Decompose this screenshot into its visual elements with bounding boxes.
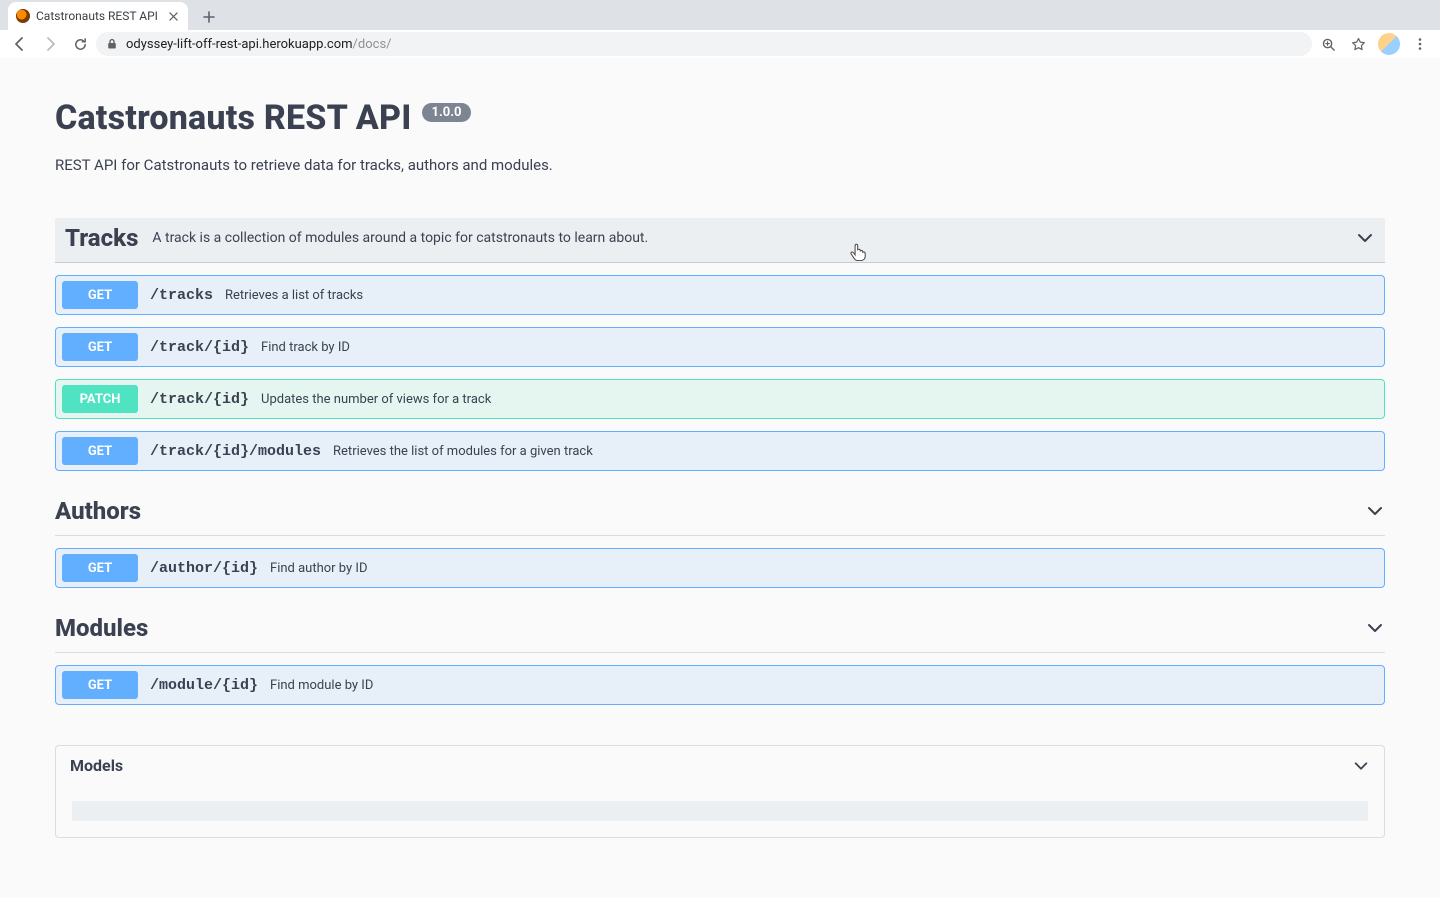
section-tracks: Tracks A track is a collection of modules… <box>55 218 1385 471</box>
endpoint-path: /track/{id} <box>150 339 249 356</box>
endpoint-summary: Find track by ID <box>261 340 350 355</box>
operations-list: GET/tracksRetrieves a list of tracksGET/… <box>55 275 1385 471</box>
bookmark-icon[interactable] <box>1344 30 1372 58</box>
models-panel: Models <box>55 745 1385 838</box>
section-modules: Modules GET/module/{id} Find module by ID <box>55 608 1385 705</box>
reload-button[interactable] <box>66 30 94 58</box>
endpoint-path: /tracks <box>150 287 213 304</box>
kebab-menu-icon[interactable] <box>1406 30 1434 58</box>
endpoint-summary: Find module by ID <box>270 678 373 693</box>
endpoint-path: /author/{id} <box>150 560 258 577</box>
tab-title: Catstronauts REST API <box>36 9 160 23</box>
url-text: odyssey-lift-off-rest-api.herokuapp.com/… <box>126 37 392 52</box>
section-name: Tracks <box>65 224 138 252</box>
address-bar[interactable]: odyssey-lift-off-rest-api.herokuapp.com/… <box>96 32 1312 56</box>
section-authors: Authors GET/author/{id} Find author by ID <box>55 491 1385 588</box>
back-button[interactable] <box>6 30 34 58</box>
browser-toolbar: odyssey-lift-off-rest-api.herokuapp.com/… <box>0 30 1440 58</box>
new-tab-button[interactable] <box>196 4 222 30</box>
endpoint-path: /track/{id} <box>150 391 249 408</box>
section-name: Modules <box>55 614 148 642</box>
forward-button[interactable] <box>36 30 64 58</box>
endpoint-summary: Retrieves a list of tracks <box>225 288 363 303</box>
section-header[interactable]: Modules <box>55 608 1385 653</box>
endpoint-summary: Find author by ID <box>270 561 367 576</box>
tab-strip: Catstronauts REST API <box>0 0 1440 30</box>
chevron-down-icon <box>1365 618 1385 638</box>
browser-tab[interactable]: Catstronauts REST API <box>8 2 188 30</box>
http-method-badge: GET <box>62 281 138 309</box>
browser-chrome: Catstronauts REST API odyssey-lift-off-r… <box>0 0 1440 58</box>
operations-list: GET/module/{id} Find module by ID <box>55 665 1385 705</box>
http-method-badge: GET <box>62 333 138 361</box>
api-title-row: Catstronauts REST API 1.0.0 <box>55 98 1385 138</box>
endpoint-summary: Updates the number of views for a track <box>261 392 491 407</box>
profile-avatar[interactable] <box>1378 33 1400 55</box>
version-badge: 1.0.0 <box>422 103 472 122</box>
section-description: A track is a collection of modules aroun… <box>152 230 648 246</box>
operation-row[interactable]: GET/module/{id} Find module by ID <box>55 665 1385 705</box>
chevron-down-icon <box>1352 757 1370 775</box>
api-description: REST API for Catstronauts to retrieve da… <box>55 156 1385 174</box>
chevron-down-icon <box>1365 501 1385 521</box>
models-title: Models <box>70 756 123 775</box>
models-header[interactable]: Models <box>56 746 1384 785</box>
models-body <box>56 785 1384 837</box>
api-title: Catstronauts REST API <box>55 98 412 138</box>
endpoint-summary: Retrieves the list of modules for a give… <box>333 444 593 459</box>
operation-row[interactable]: GET/track/{id} Find track by ID <box>55 327 1385 367</box>
model-card-placeholder <box>72 801 1368 821</box>
endpoint-path: /module/{id} <box>150 677 258 694</box>
tab-favicon <box>16 9 30 23</box>
lock-icon <box>106 38 118 50</box>
http-method-badge: GET <box>62 437 138 465</box>
operation-row[interactable]: PATCH/track/{id} Updates the number of vi… <box>55 379 1385 419</box>
endpoint-path: /track/{id}/modules <box>150 443 321 460</box>
url-path: /docs/ <box>353 37 392 52</box>
zoom-icon[interactable] <box>1314 30 1342 58</box>
chevron-down-icon <box>1355 228 1375 248</box>
section-header[interactable]: Tracks A track is a collection of modules… <box>55 218 1385 263</box>
close-tab-icon[interactable] <box>166 9 180 23</box>
url-host: odyssey-lift-off-rest-api.herokuapp.com <box>126 37 353 52</box>
section-name: Authors <box>55 497 141 525</box>
http-method-badge: GET <box>62 671 138 699</box>
operation-row[interactable]: GET/tracks Retrieves a list of tracks <box>55 275 1385 315</box>
operation-row[interactable]: GET/track/{id}/modules Retrieves the list… <box>55 431 1385 471</box>
operations-list: GET/author/{id} Find author by ID <box>55 548 1385 588</box>
http-method-badge: PATCH <box>62 385 138 413</box>
operation-row[interactable]: GET/author/{id} Find author by ID <box>55 548 1385 588</box>
http-method-badge: GET <box>62 554 138 582</box>
section-header[interactable]: Authors <box>55 491 1385 536</box>
page-content: Catstronauts REST API 1.0.0 REST API for… <box>0 58 1440 898</box>
